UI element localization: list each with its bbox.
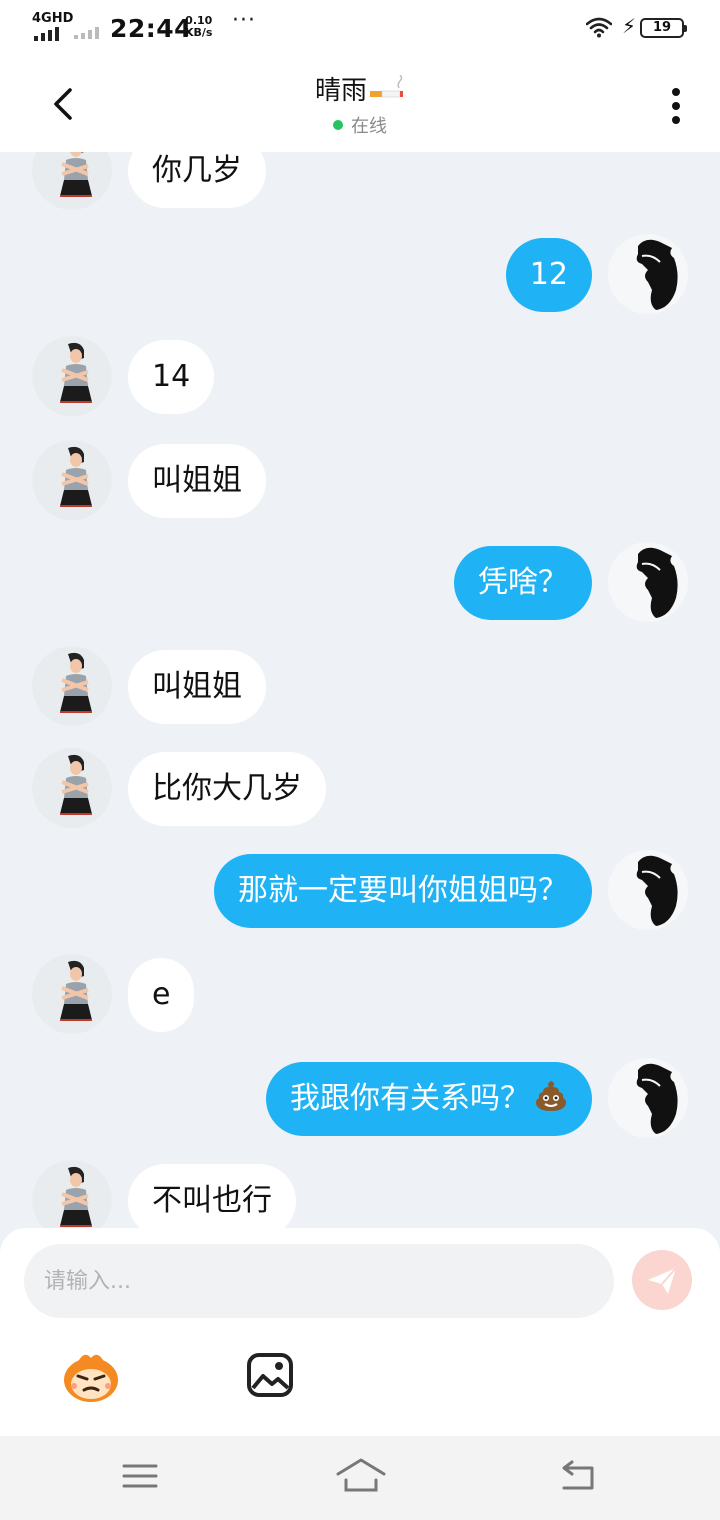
message-row: 12 xyxy=(0,234,720,314)
back-arrow-icon[interactable] xyxy=(556,1456,600,1496)
message-row: 比你大几岁 xyxy=(0,748,720,828)
message-row: e xyxy=(0,954,720,1034)
contact-avatar[interactable] xyxy=(32,152,112,210)
message-bubble[interactable]: 我跟你有关系吗？ xyxy=(266,1062,592,1136)
paper-plane-icon xyxy=(648,1267,677,1294)
message-composer xyxy=(0,1228,720,1436)
network-speed-unit: KB/s xyxy=(185,26,213,39)
wifi-icon xyxy=(586,17,612,38)
message-bubble[interactable]: e xyxy=(128,958,195,1032)
message-row: 14 xyxy=(0,336,720,416)
message-row: 我跟你有关系吗？ xyxy=(0,1058,720,1138)
contact-avatar[interactable] xyxy=(32,1160,112,1228)
online-dot-icon xyxy=(333,120,343,130)
message-bubble[interactable]: 12 xyxy=(505,238,592,312)
message-row: 凭啥？ xyxy=(0,542,720,622)
poop-icon xyxy=(535,1081,567,1111)
contact-avatar[interactable] xyxy=(32,954,112,1034)
presence-label: 在线 xyxy=(351,116,387,137)
cigarette-icon xyxy=(370,74,403,97)
message-bubble[interactable]: 叫姐姐 xyxy=(128,444,266,518)
message-row: 不叫也行 xyxy=(0,1160,720,1228)
message-bubble[interactable]: 比你大几岁 xyxy=(128,752,326,826)
battery-icon: 19 xyxy=(640,18,687,38)
network-speed: 0.10 KB/s xyxy=(185,15,212,39)
message-row: 叫姐姐 xyxy=(0,440,720,520)
status-bar: 4GHD 22:44 0.10 KB/s ··· ⚡ 19 xyxy=(0,0,720,56)
contact-avatar[interactable] xyxy=(32,336,112,416)
home-icon[interactable] xyxy=(334,1454,388,1498)
message-row: 叫姐姐 xyxy=(0,646,720,726)
message-bubble[interactable]: 那就一定要叫你姐姐吗？ xyxy=(214,854,592,928)
more-notifications: ··· xyxy=(232,8,256,33)
contact-name: 晴雨 xyxy=(314,76,367,106)
contact-avatar[interactable] xyxy=(32,646,112,726)
message-bubble[interactable]: 叫姐姐 xyxy=(128,650,266,724)
send-button[interactable] xyxy=(632,1250,692,1310)
message-bubble[interactable]: 14 xyxy=(128,340,215,414)
my-avatar[interactable] xyxy=(608,234,688,314)
my-avatar[interactable] xyxy=(608,850,688,930)
message-row: 你几岁 xyxy=(0,152,720,210)
clock: 22:44 xyxy=(110,14,193,43)
my-avatar[interactable] xyxy=(608,1058,688,1138)
message-bubble[interactable]: 凭啥？ xyxy=(454,546,592,620)
emoji-button[interactable] xyxy=(60,1348,122,1404)
battery-level: 19 xyxy=(652,20,672,35)
message-bubble[interactable]: 你几岁 xyxy=(128,152,266,208)
signal-strength-icon xyxy=(34,25,66,41)
chat-header: 晴雨 在线 xyxy=(0,56,720,152)
my-avatar[interactable] xyxy=(608,542,688,622)
contact-avatar[interactable] xyxy=(32,748,112,828)
message-row: 那就一定要叫你姐姐吗？ xyxy=(0,850,720,930)
network-type: 4GHD xyxy=(32,11,74,26)
message-bubble[interactable]: 不叫也行 xyxy=(128,1164,296,1228)
contact-avatar[interactable] xyxy=(32,440,112,520)
signal-strength-secondary-icon xyxy=(74,25,104,39)
message-list[interactable]: 你几岁 12 14 叫姐姐 凭啥？ 叫姐姐 比你大几岁 那就一定要叫你姐姐吗？ … xyxy=(0,152,720,1228)
presence-status: 在线 xyxy=(0,112,720,138)
more-options-button[interactable] xyxy=(660,84,692,128)
charging-icon: ⚡ xyxy=(622,14,637,38)
image-picker-button[interactable] xyxy=(246,1352,294,1398)
message-input[interactable] xyxy=(24,1244,614,1318)
menu-icon[interactable] xyxy=(120,1456,160,1496)
system-navigation-bar xyxy=(0,1436,720,1520)
message-text: 我跟你有关系吗？ xyxy=(290,1081,530,1116)
chat-title: 晴雨 xyxy=(0,70,720,107)
